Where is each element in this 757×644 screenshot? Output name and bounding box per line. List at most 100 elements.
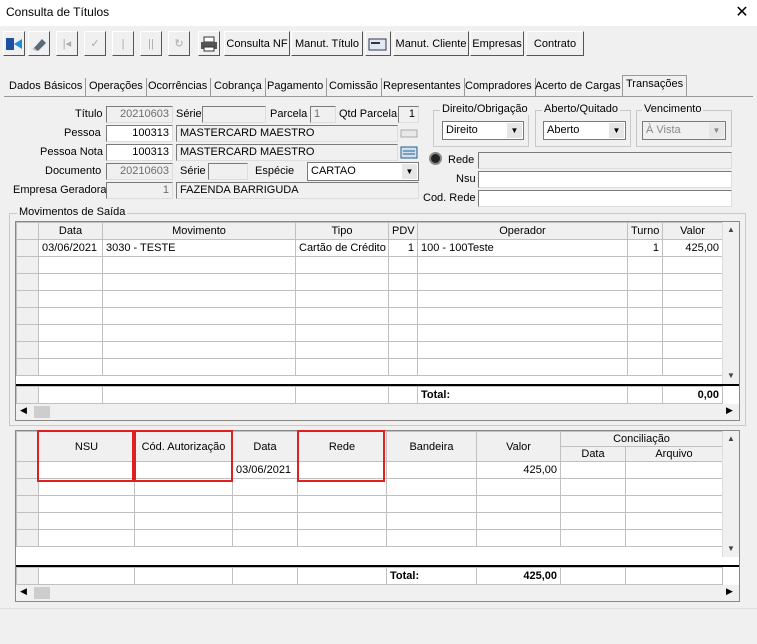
scroll-up-icon[interactable]: ▲ (723, 222, 739, 238)
exit-icon[interactable] (3, 31, 25, 56)
col-bandeira[interactable]: Bandeira (386, 431, 477, 462)
tab-comissao[interactable]: Comissão (326, 78, 382, 96)
movimentos-hscrollbar[interactable]: ◀ ▶ (16, 404, 739, 420)
col-tipo[interactable]: Tipo (295, 222, 389, 240)
col-turno[interactable]: Turno (627, 222, 663, 240)
qtd-parcela-field[interactable]: 1 (398, 106, 419, 123)
scroll-down-icon[interactable]: ▼ (723, 541, 739, 557)
tab-pagamento[interactable]: Pagamento (264, 78, 328, 96)
movimentos-grid[interactable]: Data Movimento Tipo PDV Operador Turno V… (15, 221, 740, 421)
scroll-left-icon[interactable]: ◀ (20, 405, 27, 416)
col-conciliacao[interactable]: Conciliação (560, 431, 723, 447)
scroll-thumb[interactable] (34, 406, 50, 418)
tab-operacoes[interactable]: Operações (86, 78, 147, 96)
especie-value: CARTAO (311, 165, 356, 177)
tab-dados-basicos[interactable]: Dados Básicos (6, 78, 87, 96)
nsu-field[interactable] (478, 171, 732, 188)
col-pdv[interactable]: PDV (388, 222, 418, 240)
tab-representantes[interactable]: Representantes (380, 78, 465, 96)
tab-acerto-de-cargas[interactable]: Acerto de Cargas (532, 78, 625, 96)
tab-transacoes[interactable]: Transações (622, 75, 688, 96)
scroll-up-icon[interactable]: ▲ (723, 431, 739, 447)
close-icon[interactable]: ✕ (734, 2, 750, 22)
col-valor[interactable]: Valor (476, 431, 561, 462)
serie-field[interactable] (202, 106, 266, 123)
table-row[interactable] (16, 324, 723, 342)
pessoa-name-field[interactable]: MASTERCARD MAESTRO (176, 125, 398, 142)
table-row[interactable] (16, 512, 723, 530)
scroll-right-icon[interactable]: ▶ (726, 405, 733, 416)
scroll-thumb[interactable] (34, 587, 50, 599)
contrato-button[interactable]: Contrato (526, 31, 584, 56)
aberto-value: Aberto (547, 124, 580, 136)
tab-cobranca[interactable]: Cobrança (211, 78, 266, 96)
col-valor[interactable]: Valor (662, 222, 723, 240)
pessoa-nota-code-field[interactable]: 100313 (106, 144, 173, 161)
card-icon[interactable] (365, 31, 391, 56)
col-data[interactable]: Data (232, 431, 298, 462)
movimentos-vscrollbar[interactable]: ▲ ▼ (722, 222, 739, 384)
bottom-area (0, 608, 757, 644)
documento-field[interactable]: 20210603 (106, 163, 173, 180)
manut-titulo-button[interactable]: Manut. Título (291, 31, 363, 56)
table-row[interactable] (16, 358, 723, 376)
empresa-code-field[interactable]: 1 (106, 182, 173, 199)
rede-radio[interactable] (429, 152, 442, 165)
refresh-icon[interactable]: ↻ (168, 31, 190, 56)
separator-icon[interactable]: | (112, 31, 134, 56)
col-data[interactable]: Data (38, 222, 103, 240)
check-icon[interactable]: ✓ (84, 31, 106, 56)
serie2-label: Série (180, 165, 206, 177)
parcela-field[interactable]: 1 (310, 106, 336, 123)
direito-select[interactable]: Direito ▼ (442, 121, 524, 140)
cod-rede-field[interactable] (478, 190, 732, 207)
printer-icon[interactable] (198, 31, 220, 56)
table-row[interactable] (16, 290, 723, 308)
scroll-right-icon[interactable]: ▶ (726, 586, 733, 597)
movimentos-total-value: 0,00 (662, 386, 723, 404)
row-indicator (16, 461, 39, 479)
aberto-select[interactable]: Aberto ▼ (543, 121, 626, 140)
especie-select[interactable]: CARTAO ▼ (307, 162, 419, 181)
table-row[interactable] (16, 495, 723, 513)
vencimento-select[interactable]: À Vista ▼ (642, 121, 726, 140)
cell-tipo: Cartão de Crédito (295, 239, 389, 257)
pessoa-nota-name-field[interactable]: MASTERCARD MAESTRO (176, 144, 398, 161)
col-operador[interactable]: Operador (417, 222, 628, 240)
col-conc-arquivo[interactable]: Arquivo (625, 446, 723, 462)
tab-ocorrencias[interactable]: Ocorrências (145, 78, 212, 96)
table-row[interactable] (16, 307, 723, 325)
titulo-field[interactable]: 20210603 (106, 106, 173, 123)
eraser-icon[interactable] (28, 31, 50, 56)
first-record-icon[interactable]: |◂ (56, 31, 78, 56)
table-row[interactable] (16, 273, 723, 291)
empresas-button[interactable]: Empresas (470, 31, 524, 56)
table-row[interactable]: 03/06/2021 3030 - TESTE Cartão de Crédit… (16, 239, 723, 257)
pessoa-nota-lookup-icon[interactable] (399, 143, 419, 162)
highlight-rede (297, 430, 385, 482)
transacoes-vscrollbar[interactable]: ▲ ▼ (722, 431, 739, 557)
chevron-down-icon: ▼ (402, 164, 417, 179)
table-row[interactable] (16, 529, 723, 547)
scroll-left-icon[interactable]: ◀ (20, 586, 27, 597)
consulta-nf-button[interactable]: Consulta NF (224, 31, 290, 56)
manut-cliente-button[interactable]: Manut. Cliente (393, 31, 469, 56)
parcela-label: Parcela (270, 108, 308, 120)
pause-icon[interactable]: || (140, 31, 162, 56)
table-row[interactable] (16, 341, 723, 359)
row-indicator-header (16, 431, 39, 462)
col-conc-data[interactable]: Data (560, 446, 626, 462)
pessoa-nota-label: Pessoa Nota (40, 146, 103, 158)
empresa-name-field[interactable]: FAZENDA BARRIGUDA (176, 182, 419, 199)
movimentos-total-label: Total: (417, 386, 628, 404)
transacoes-hscrollbar[interactable]: ◀ ▶ (16, 585, 739, 601)
rede-field[interactable] (478, 152, 732, 169)
serie2-field[interactable] (208, 163, 248, 180)
pessoa-lookup-icon[interactable] (399, 124, 419, 143)
pessoa-code-field[interactable]: 100313 (106, 125, 173, 142)
tab-compradores[interactable]: Compradores (462, 78, 536, 96)
cell-data: 03/06/2021 (38, 239, 103, 257)
scroll-down-icon[interactable]: ▼ (723, 368, 739, 384)
col-movimento[interactable]: Movimento (102, 222, 296, 240)
table-row[interactable] (16, 256, 723, 274)
